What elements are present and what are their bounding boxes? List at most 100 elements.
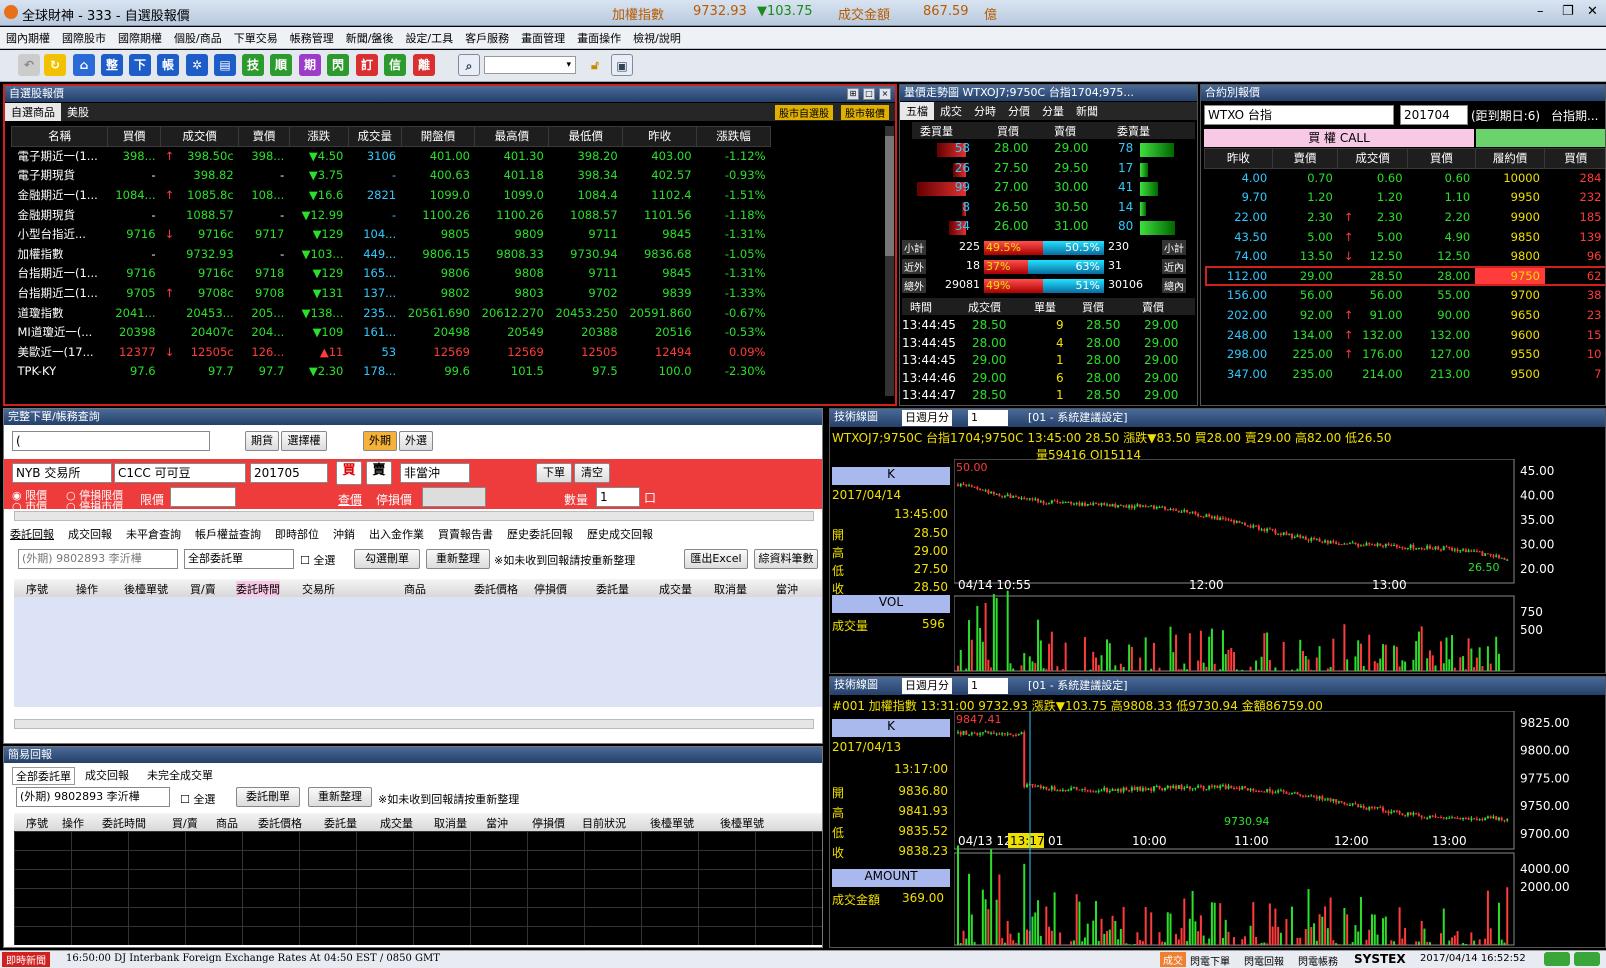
refresh-icon[interactable]: ↻	[44, 54, 66, 76]
column-header[interactable]: 名稱	[10, 126, 109, 147]
quote-row[interactable]: 金融期近一(1... 1084... ↑ 1085.8c 108... ▼16.6 2821…	[12, 185, 771, 205]
order-column-header[interactable]: 買/賣	[190, 581, 216, 597]
order-hscroll[interactable]	[14, 511, 814, 521]
tool-button[interactable]: 整	[101, 54, 123, 76]
settings-icon[interactable]: ✲	[186, 54, 208, 76]
close-button[interactable]: ✕	[1587, 4, 1598, 19]
option-row[interactable]: 202.00 92.00 ↑ 91.00 90.00 9650 23	[1205, 305, 1606, 325]
order-tab[interactable]: 歷史成交回報	[587, 526, 653, 542]
order-column-header[interactable]: 當沖	[776, 581, 798, 597]
simple-column-header[interactable]: 當沖	[486, 815, 508, 831]
tag-watch[interactable]: 股市自選股	[775, 105, 833, 120]
bid-price[interactable]: 28.00	[994, 141, 1028, 155]
flash-report[interactable]: 閃電回報	[1244, 953, 1284, 968]
order-column-header[interactable]: 委託價格	[474, 581, 518, 597]
chart1-period[interactable]: 日週月分	[902, 410, 952, 426]
menu-item[interactable]: 畫面操作	[571, 27, 627, 46]
option-column-header[interactable]: 賣價	[1271, 148, 1339, 169]
column-header[interactable]: 買價	[107, 126, 162, 147]
order-tab[interactable]: 歷史委託回報	[507, 526, 573, 542]
order-column-header[interactable]: 委託量	[596, 581, 629, 597]
menu-item[interactable]: 下單交易	[228, 27, 284, 46]
option-column-header[interactable]: 履約價	[1474, 148, 1546, 169]
option-product-select[interactable]: WTXO 台指	[1204, 105, 1394, 125]
column-header[interactable]: 最低價	[548, 126, 624, 147]
quote-row[interactable]: 加權指數 - 9732.93 - ▼103... 449... 9806.15 9808.33…	[12, 244, 771, 264]
foreign-options-button[interactable]: 外選	[399, 431, 433, 451]
column-header[interactable]: 漲跌幅	[696, 126, 771, 147]
column-header[interactable]: 成交量	[347, 126, 402, 147]
order-tab[interactable]: 帳戶權益查詢	[195, 526, 261, 542]
quote-row[interactable]: 道瓊指數 2041... 20453... 205... ▼138... 235... 20…	[12, 303, 771, 323]
window-icon[interactable]: ▣	[611, 54, 633, 76]
status-trade[interactable]: 成交	[1160, 952, 1186, 967]
price-input[interactable]	[170, 487, 236, 507]
simple-account-select[interactable]: (外期) 9802893 李沂樺	[16, 787, 170, 807]
simple-tab[interactable]: 成交回報	[85, 767, 129, 783]
exchange-select[interactable]: NYB 交易所	[12, 463, 112, 483]
stop-price-input[interactable]	[422, 487, 486, 507]
option-column-header[interactable]: 昨收	[1204, 148, 1273, 169]
option-row[interactable]: 298.00 225.00 ↑ 176.00 127.00 9550 10	[1205, 344, 1606, 364]
quote-row[interactable]: 金融期現貨 - 1088.57 - ▼12.99 - 1100.26 1100.26 1088.…	[12, 205, 771, 225]
option-column-header[interactable]: 買價	[1407, 148, 1476, 169]
simple-column-header[interactable]: 委託量	[324, 815, 357, 831]
tab-minute[interactable]: 分時	[968, 102, 1002, 120]
simple-column-header[interactable]: 委託價格	[258, 815, 302, 831]
tool-button[interactable]: 技	[242, 54, 264, 76]
layout-select[interactable]: ▾	[484, 56, 576, 74]
simple-column-header[interactable]: 目前狀況	[582, 815, 626, 831]
account-select[interactable]: (	[12, 431, 210, 451]
query-price-link[interactable]: 查價	[338, 491, 362, 508]
back-icon[interactable]: ↶	[18, 54, 40, 76]
month-select[interactable]: 201705	[250, 463, 328, 483]
tool-button[interactable]: 訂	[356, 54, 378, 76]
flash-account[interactable]: 閃電帳務	[1298, 953, 1338, 968]
simple-column-header[interactable]: 序號	[26, 815, 48, 831]
menu-item[interactable]: 帳務管理	[284, 27, 340, 46]
chart-icon[interactable]: ▤	[214, 54, 236, 76]
option-row[interactable]: 22.00 2.30 ↑ 2.30 2.20 9900 185	[1205, 207, 1606, 227]
quote-row[interactable]: 電子期現貨 - 398.82 - ▼3.75 - 400.63 401.18 398.34 402…	[12, 166, 771, 186]
ask-price[interactable]: 30.50	[1054, 200, 1088, 214]
simple-cancel-button[interactable]: 委託刪單	[236, 787, 300, 807]
chart1-plot[interactable]: 45.00 40.00 35.00 30.00 20.00 04/14 10:55 12:0…	[954, 459, 1604, 673]
ask-price[interactable]: 30.00	[1054, 180, 1088, 194]
option-row[interactable]: 4.00 0.70 0.60 0.60 10000 284	[1205, 168, 1606, 188]
maximize-icon[interactable]: □	[863, 88, 875, 100]
column-header[interactable]: 最高價	[474, 126, 550, 147]
restore-button[interactable]: ❐	[1562, 4, 1574, 19]
simple-column-header[interactable]: 後檯單號	[650, 815, 694, 831]
order-tab[interactable]: 即時部位	[275, 526, 319, 542]
quote-row[interactable]: 台指期近二(1... 9705 ↑ 9708c 9708 ▼131 137... 9802 98…	[12, 283, 771, 303]
order-tab[interactable]: 未平倉查詢	[126, 526, 181, 542]
simple-column-header[interactable]: 操作	[62, 815, 84, 831]
offset-select[interactable]: 非當沖	[400, 463, 470, 483]
quote-row[interactable]: 美歐近一(17... 12377 ↓ 12505c 126... ▲11 53 12569 12…	[12, 342, 771, 362]
minimize-button[interactable]: –	[1537, 4, 1544, 19]
product-select[interactable]: C1CC 可可豆	[114, 463, 246, 483]
ask-price[interactable]: 29.50	[1054, 161, 1088, 175]
tool-button[interactable]: 閃	[327, 54, 349, 76]
order-column-header[interactable]: 委託時間	[236, 581, 280, 597]
order-column-header[interactable]: 後檯單號	[124, 581, 168, 597]
tool-button[interactable]: 信	[384, 54, 406, 76]
menu-item[interactable]: 國內期權	[0, 27, 56, 46]
buy-button[interactable]: 買	[336, 461, 362, 485]
tab-custom[interactable]: 自選商品	[5, 103, 61, 121]
option-row[interactable]: 9.70 1.20 1.20 1.10 9950 232	[1205, 188, 1606, 208]
option-row[interactable]: 248.00 134.00 ↑ 132.00 132.00 9600 15	[1205, 325, 1606, 345]
close-panel-icon[interactable]: ×	[879, 88, 891, 100]
tab-five-levels[interactable]: 五檔	[900, 102, 934, 120]
column-header[interactable]: 漲跌	[288, 126, 349, 147]
tab-price[interactable]: 分價	[1002, 102, 1036, 120]
flash-order[interactable]: 閃電下單	[1190, 953, 1230, 968]
bid-price[interactable]: 26.50	[994, 200, 1028, 214]
quantity-stepper[interactable]: 1	[596, 487, 640, 507]
option-row[interactable]: 156.00 56.00 56.00 55.00 9700 38	[1205, 286, 1606, 306]
watchlist-scrollbar[interactable]	[885, 126, 894, 396]
bid-price[interactable]: 27.50	[994, 161, 1028, 175]
sell-button[interactable]: 賣	[366, 461, 392, 485]
simple-column-header[interactable]: 買/賣	[172, 815, 198, 831]
chart1-setting[interactable]: [01 - 系統建議設定]	[1028, 410, 1128, 426]
